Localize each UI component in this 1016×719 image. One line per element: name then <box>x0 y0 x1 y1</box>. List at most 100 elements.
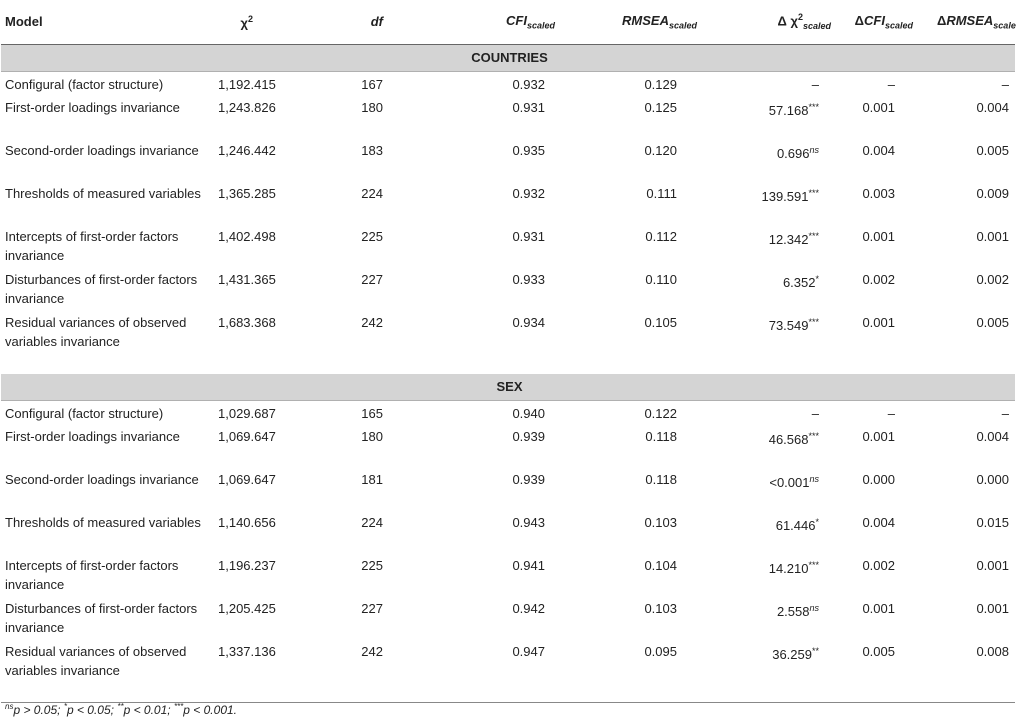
cell-rmsea-value: 0.118 <box>645 471 677 487</box>
section-header: COUNTRIES <box>1 44 1015 72</box>
cell-delta-rmsea-value: 0.002 <box>976 271 1009 287</box>
significance-marker: ns <box>809 602 819 613</box>
significance-marker: *** <box>808 187 819 198</box>
cell-delta-cfi: 0.001 <box>839 224 937 267</box>
cell-cfi: 0.940 <box>421 400 583 424</box>
cell-cfi-value: 0.932 <box>512 76 545 92</box>
cell-cfi: 0.931 <box>421 95 583 138</box>
cell-model-value: First-order loadings invariance <box>5 99 180 115</box>
cell-chi2-value: 1,069.647 <box>218 471 276 487</box>
cell-delta-rmsea: 0.004 <box>937 95 1015 138</box>
col-header-delta-chi2: Δ χ2scaled <box>725 0 839 45</box>
cell-chi2: 1,069.647 <box>217 424 311 467</box>
cell-rmsea: 0.118 <box>583 424 725 467</box>
cell-delta-rmsea-value: 0.015 <box>976 514 1009 530</box>
cell-df: 181 <box>311 467 421 510</box>
cell-delta-rmsea-value: 0.001 <box>976 557 1009 573</box>
cell-df-value: 183 <box>361 142 383 158</box>
cell-rmsea: 0.125 <box>583 95 725 138</box>
cell-delta-rmsea: 0.001 <box>937 596 1015 639</box>
table-row: Disturbances of first-order factors inva… <box>1 596 1015 639</box>
significance-marker: *** <box>808 430 819 441</box>
cell-chi2-value: 1,243.826 <box>218 99 276 115</box>
cell-model: Second-order loadings invariance <box>1 467 217 510</box>
table-figure: Model χ2 df CFIscaled RMSEAscaled Δ χ2sc… <box>0 0 1016 719</box>
cell-df: 180 <box>311 95 421 138</box>
cell-df: 183 <box>311 138 421 181</box>
cell-delta-rmsea-value: 0.004 <box>976 428 1009 444</box>
table-row: Thresholds of measured variables 1,365.28… <box>1 181 1015 224</box>
cell-model-value: Residual variances of observed variables… <box>5 314 187 349</box>
cell-delta-cfi: 0.003 <box>839 181 937 224</box>
cell-df: 224 <box>311 181 421 224</box>
cell-delta-chi2: 139.591*** <box>725 181 839 224</box>
cell-df-value: 167 <box>361 76 383 92</box>
section-header: SEX <box>1 373 1015 401</box>
cell-cfi-value: 0.943 <box>512 514 545 530</box>
cell-df-value: 227 <box>361 271 383 287</box>
cell-cfi-value: 0.940 <box>512 405 545 421</box>
cell-delta-rmsea: 0.008 <box>937 638 1015 703</box>
cell-delta-rmsea-value: 0.005 <box>976 142 1009 158</box>
cell-delta-chi2: <0.001ns <box>725 467 839 510</box>
cell-df-value: 242 <box>361 314 383 330</box>
significance-marker: *** <box>808 316 819 327</box>
section-title: SEX <box>1 373 1015 401</box>
cell-delta-rmsea: 0.005 <box>937 310 1015 374</box>
cell-cfi-value: 0.934 <box>512 314 545 330</box>
cell-rmsea: 0.118 <box>583 467 725 510</box>
cell-delta-rmsea: 0.001 <box>937 553 1015 596</box>
cell-cfi-value: 0.931 <box>512 99 545 115</box>
cell-chi2: 1,205.425 <box>217 596 311 639</box>
cell-rmsea: 0.110 <box>583 267 725 310</box>
cell-cfi: 0.932 <box>421 181 583 224</box>
cell-delta-chi2: 46.568*** <box>725 424 839 467</box>
cell-delta-rmsea-value: 0.001 <box>976 228 1009 244</box>
cell-cfi-value: 0.935 <box>512 142 545 158</box>
cell-delta-rmsea: – <box>937 71 1015 95</box>
table-row: Residual variances of observed variables… <box>1 310 1015 374</box>
cell-cfi-value: 0.947 <box>512 643 545 659</box>
cell-delta-chi2-value: 73.549 <box>768 317 809 333</box>
cell-cfi: 0.931 <box>421 224 583 267</box>
cell-delta-cfi-value: – <box>887 76 895 92</box>
table-row: Configural (factor structure) 1,029.687 16… <box>1 400 1015 424</box>
cell-chi2: 1,140.656 <box>217 510 311 553</box>
cell-delta-chi2: – <box>725 400 839 424</box>
cell-delta-rmsea-value: 0.001 <box>976 600 1009 616</box>
table-row: Second-order loadings invariance 1,246.44… <box>1 138 1015 181</box>
cell-delta-chi2: 14.210*** <box>725 553 839 596</box>
cell-model-value: Second-order loadings invariance <box>5 142 199 158</box>
significance-marker: * <box>815 516 819 527</box>
cell-delta-rmsea: 0.000 <box>937 467 1015 510</box>
cell-model: Intercepts of first-order factors invari… <box>1 553 217 596</box>
significance-marker: * <box>815 273 819 284</box>
significance-marker: *** <box>808 230 819 241</box>
cell-cfi-value: 0.931 <box>512 228 545 244</box>
significance-marker: ns <box>809 144 819 155</box>
cell-df-value: 180 <box>361 99 383 115</box>
cell-model-value: Intercepts of first-order factors invari… <box>5 228 179 263</box>
cell-delta-cfi-value: – <box>887 405 895 421</box>
cell-delta-rmsea-value: – <box>1001 405 1009 421</box>
cell-delta-rmsea: 0.005 <box>937 138 1015 181</box>
cell-delta-cfi-value: 0.001 <box>862 600 895 616</box>
cell-model-value: Thresholds of measured variables <box>5 185 201 201</box>
cell-cfi: 0.934 <box>421 310 583 374</box>
cell-model-value: Disturbances of first-order factors inva… <box>5 600 198 635</box>
cell-delta-cfi-value: 0.001 <box>862 314 895 330</box>
significance-marker: ** <box>811 645 819 656</box>
cell-delta-chi2-value: 14.210 <box>768 560 809 576</box>
cell-delta-cfi: 0.005 <box>839 638 937 703</box>
cell-delta-cfi: – <box>839 71 937 95</box>
cell-df-value: 224 <box>361 185 383 201</box>
cell-rmsea: 0.120 <box>583 138 725 181</box>
cell-chi2: 1,337.136 <box>217 638 311 703</box>
cell-rmsea-value: 0.118 <box>645 428 677 444</box>
cell-chi2-value: 1,205.425 <box>218 600 276 616</box>
table-body: COUNTRIES Configural (factor structure) 1,… <box>1 44 1015 703</box>
cell-model-value: Intercepts of first-order factors invari… <box>5 557 179 592</box>
cell-model-value: Second-order loadings invariance <box>5 471 199 487</box>
cell-rmsea: 0.104 <box>583 553 725 596</box>
cell-delta-cfi: 0.002 <box>839 553 937 596</box>
